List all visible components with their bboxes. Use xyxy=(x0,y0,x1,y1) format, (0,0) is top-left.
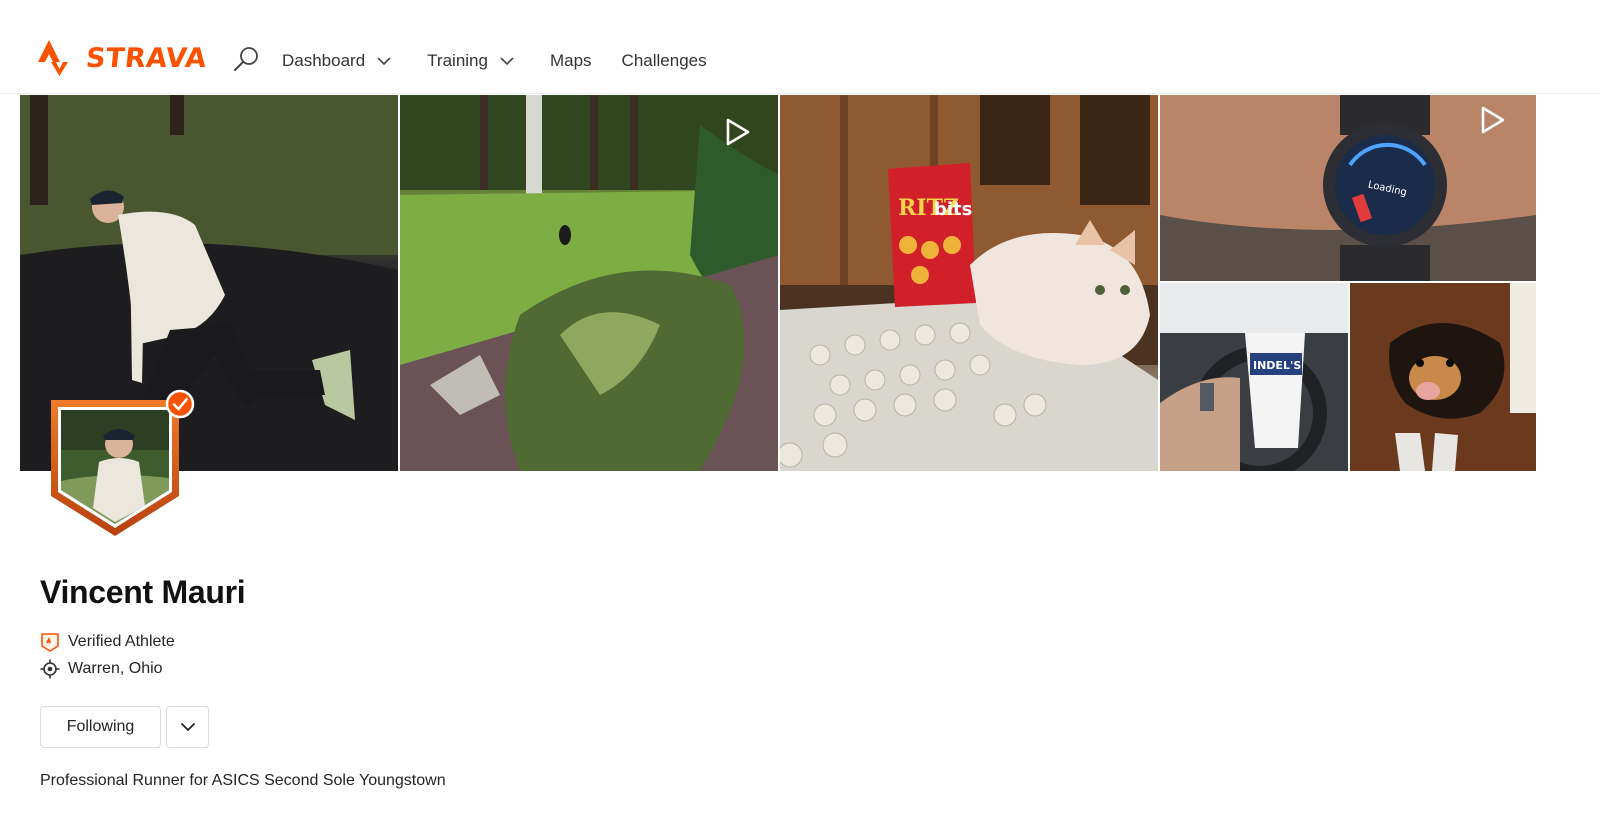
dog-photo-illustration xyxy=(1349,283,1536,471)
play-video-icon[interactable] xyxy=(1480,105,1506,135)
top-navigation: STRAVA Dashboard Training Maps Challenge… xyxy=(0,0,1600,94)
cup-text: INDEL'S xyxy=(1253,359,1301,372)
cover-photo-cat-snacks[interactable]: RITZ bits xyxy=(780,95,1158,471)
cover-photo-dog[interactable] xyxy=(1349,283,1536,471)
location-row: Warren, Ohio xyxy=(40,659,163,679)
nav-challenges[interactable]: Challenges xyxy=(622,46,707,76)
avatar-shield-frame xyxy=(51,400,179,536)
nav-dashboard-label: Dashboard xyxy=(282,51,366,70)
verified-athlete-label: Verified Athlete xyxy=(68,633,175,650)
nav-maps-label: Maps xyxy=(549,51,592,70)
location-target-icon xyxy=(40,659,60,679)
athlete-bio: Professional Runner for ASICS Second Sol… xyxy=(40,772,446,789)
following-button[interactable]: Following xyxy=(40,706,161,748)
cover-photo-gallery: RITZ bits Loading INDEL'S xyxy=(20,95,1536,471)
nav-maps[interactable]: Maps xyxy=(550,46,592,76)
cup-photo-illustration: INDEL'S xyxy=(1159,283,1348,471)
brand-name: STRAVA xyxy=(84,42,209,74)
chevron-down-icon xyxy=(377,56,391,65)
nav-training[interactable]: Training xyxy=(427,46,514,76)
cover-photo-yard-dog[interactable] xyxy=(399,95,778,471)
strava-logo[interactable]: STRAVA xyxy=(36,40,209,76)
chevron-down-icon xyxy=(500,56,514,65)
cat-photo-illustration: RITZ bits xyxy=(780,95,1158,471)
cover-photo-coffee-cup[interactable]: INDEL'S xyxy=(1159,283,1348,471)
yard-photo-illustration xyxy=(399,95,778,471)
cover-photo-watch[interactable]: Loading xyxy=(1159,95,1536,281)
verified-athlete-badge-icon xyxy=(41,633,59,652)
cover-photo-grid-right: Loading INDEL'S xyxy=(1159,95,1536,471)
strava-chevron-logo-icon xyxy=(38,40,68,76)
profile-avatar[interactable] xyxy=(47,396,183,540)
location-label: Warren, Ohio xyxy=(68,660,163,677)
chevron-down-icon xyxy=(180,723,195,732)
athlete-name: Vincent Mauri xyxy=(40,574,246,610)
verified-check-icon xyxy=(165,389,195,419)
snack-name-text: bits xyxy=(934,199,972,220)
nav-dashboard[interactable]: Dashboard xyxy=(282,46,391,76)
nav-challenges-label: Challenges xyxy=(621,51,707,70)
search-icon[interactable] xyxy=(232,45,260,73)
nav-training-label: Training xyxy=(427,51,488,70)
follow-options-button[interactable] xyxy=(166,706,209,748)
play-video-icon[interactable] xyxy=(725,117,751,147)
verified-athlete-row: Verified Athlete xyxy=(40,632,175,652)
main-nav: Dashboard Training Maps Challenges xyxy=(282,46,743,76)
